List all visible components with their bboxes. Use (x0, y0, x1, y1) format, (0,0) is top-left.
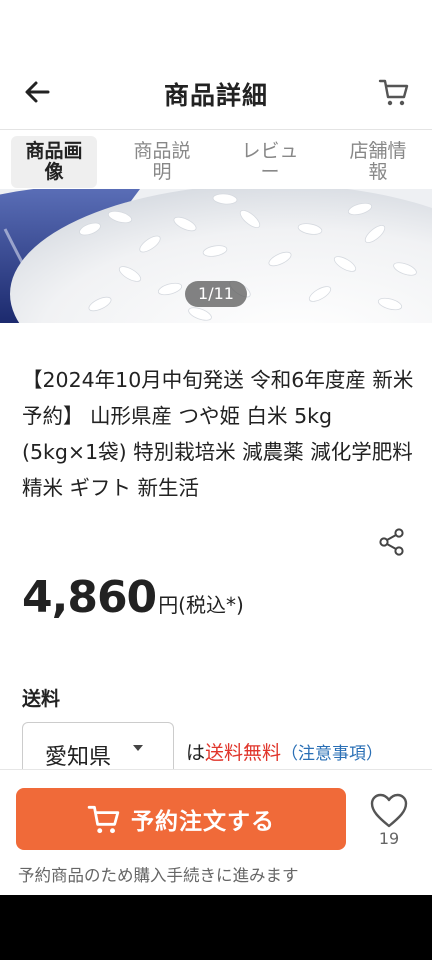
shipping-info: は送料無料（注意事項） (186, 738, 383, 765)
tab-bar: 商品画像 商品説明 レビュー 店舗情報 (0, 129, 432, 190)
price: 4,860 (22, 572, 157, 623)
price-row: 4,860 円(税込*) (22, 572, 244, 632)
product-detail-screen: 商品詳細 商品画像 商品説明 レビュー 店舗情報 1/11 【2024年10月中… (0, 0, 432, 895)
app-header: 商品詳細 (0, 62, 432, 128)
share-icon[interactable] (378, 528, 406, 556)
shipping-note-link[interactable]: （注意事項） (281, 744, 383, 764)
favorite-count: 19 (378, 829, 400, 848)
prefecture-value: 愛知県 (45, 745, 112, 770)
tab-reviews[interactable]: レビュー (227, 136, 313, 188)
heart-icon[interactable] (368, 790, 410, 832)
reservation-notice: 予約商品のため購入手続きに進みます (18, 866, 299, 885)
cart-icon (87, 805, 120, 834)
tab-product-description[interactable]: 商品説明 (119, 136, 205, 188)
caret-down-icon (133, 745, 143, 751)
tab-label: レビュー (241, 140, 299, 183)
reserve-order-button[interactable]: 予約注文する (16, 788, 346, 850)
page-title: 商品詳細 (163, 81, 268, 110)
product-title: 【2024年10月中旬発送 令和6年度産 新米予約】 山形県産 つや姫 白米 5… (22, 368, 414, 500)
tab-product-images[interactable]: 商品画像 (11, 136, 97, 188)
tab-label: 商品説明 (133, 140, 191, 183)
tab-label: 店舗情報 (349, 140, 407, 183)
image-counter: 1/11 (185, 281, 247, 307)
shipping-prefix: は (186, 742, 206, 764)
price-unit: 円(税込*) (158, 593, 244, 617)
shipping-label: 送料 (22, 688, 61, 710)
cart-icon[interactable] (378, 76, 410, 108)
order-button-label: 予約注文する (131, 809, 275, 835)
free-shipping-text: 送料無料 (205, 742, 282, 764)
tab-store-info[interactable]: 店舗情報 (335, 136, 421, 188)
bottom-action-bar: 予約注文する 19 予約商品のため購入手続きに進みます (0, 769, 432, 895)
tab-label: 商品画像 (25, 140, 83, 183)
